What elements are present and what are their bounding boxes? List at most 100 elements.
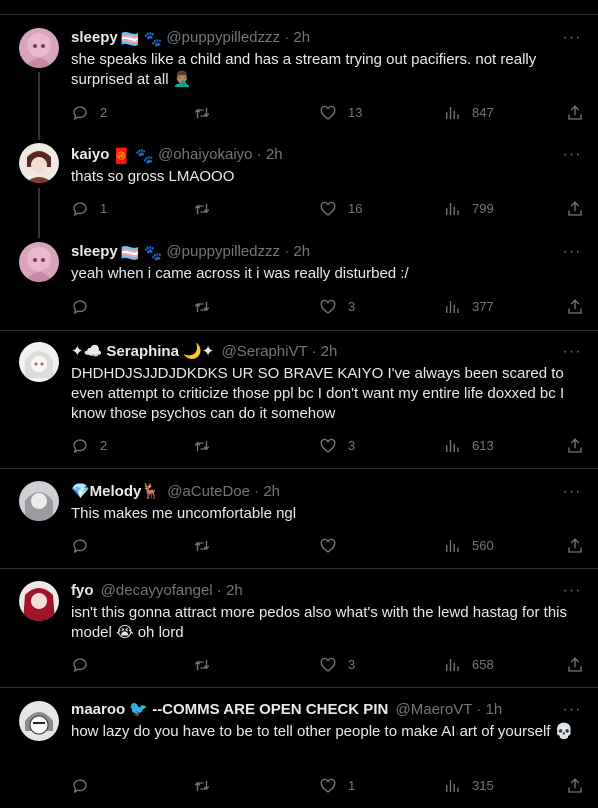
tweet[interactable]: ✦☁️ Seraphina 🌙✦ @SeraphiVT · 2h ··· DHD… (0, 331, 598, 468)
share-button[interactable] (566, 436, 584, 456)
user-handle[interactable]: @MaeroVT (396, 701, 473, 718)
reply-button[interactable]: 2 (71, 103, 107, 123)
views-button[interactable]: 560 (443, 536, 494, 556)
tweet-text: isn't this gonna attract more pedos also… (71, 604, 567, 641)
like-button[interactable]: 3 (319, 655, 355, 675)
share-button[interactable] (566, 536, 584, 556)
like-button[interactable]: 3 (319, 297, 355, 317)
share-button[interactable] (566, 199, 584, 219)
tweet-header: 💎Melody🦌 @aCuteDoe · 2h (71, 483, 281, 500)
reply-button[interactable]: 2 (71, 436, 107, 456)
display-name[interactable]: kaiyo (71, 146, 109, 163)
reply-button[interactable] (71, 536, 100, 556)
reply-button[interactable] (71, 655, 100, 675)
reply-button[interactable]: 1 (71, 199, 107, 219)
more-icon[interactable]: ··· (562, 484, 582, 500)
retweet-button[interactable] (193, 297, 222, 317)
share-button[interactable] (566, 103, 584, 123)
tweet[interactable]: sleepy 🏳️‍⚧️ 🐾 @puppypilledzzz · 2h ··· y… (0, 233, 598, 330)
timestamp[interactable]: 2h (293, 243, 310, 260)
user-handle[interactable]: @aCuteDoe (167, 483, 250, 500)
tweet[interactable]: fyo @decayyofangel · 2h ··· isn't this g… (0, 569, 598, 687)
like-button[interactable]: 1 (319, 776, 355, 796)
share-button[interactable] (566, 297, 584, 317)
avatar[interactable] (19, 342, 59, 382)
timestamp[interactable]: 1h (485, 701, 502, 718)
more-icon[interactable]: ··· (562, 583, 582, 599)
share-icon (566, 298, 584, 316)
avatar[interactable] (19, 481, 59, 521)
reply-button[interactable] (71, 776, 100, 796)
user-handle[interactable]: @decayyofangel (101, 582, 213, 599)
timestamp[interactable]: 2h (293, 29, 310, 46)
timestamp[interactable]: 2h (321, 343, 338, 360)
retweet-button[interactable] (193, 536, 222, 556)
views-button[interactable]: 847 (443, 103, 494, 123)
retweet-icon (193, 437, 211, 455)
more-icon[interactable]: ··· (562, 702, 582, 718)
timestamp[interactable]: 2h (263, 483, 280, 500)
avatar[interactable] (19, 242, 59, 282)
like-button[interactable]: 16 (319, 199, 362, 219)
views-button[interactable]: 799 (443, 199, 494, 219)
display-name[interactable]: sleepy (71, 29, 118, 46)
heart-icon (319, 200, 337, 218)
avatar[interactable] (19, 701, 59, 741)
tweet-header: maaroo 🐦 --COMMS ARE OPEN CHECK PIN @Mae… (71, 701, 503, 718)
retweet-button[interactable] (193, 655, 222, 675)
more-icon[interactable]: ··· (562, 147, 582, 163)
retweet-icon (193, 777, 211, 795)
views-button[interactable]: 613 (443, 436, 494, 456)
reply-button[interactable] (71, 297, 100, 317)
retweet-button[interactable] (193, 776, 222, 796)
reply-icon (71, 104, 89, 122)
more-icon[interactable]: ··· (562, 344, 582, 360)
timestamp[interactable]: 2h (266, 146, 283, 163)
display-name[interactable]: fyo (71, 582, 94, 599)
share-button[interactable] (566, 655, 584, 675)
user-handle[interactable]: @puppypilledzzz (166, 29, 280, 46)
retweet-button[interactable] (193, 199, 222, 219)
retweet-button[interactable] (193, 436, 222, 456)
display-name[interactable]: ✦☁️ Seraphina 🌙✦ (71, 343, 214, 360)
share-icon (566, 537, 584, 555)
action-bar: 1 315 (71, 776, 591, 796)
share-icon (566, 104, 584, 122)
user-handle[interactable]: @ohaiyokaiyo (158, 146, 252, 163)
retweet-button[interactable] (193, 103, 222, 123)
action-bar: 2 3 613 (71, 436, 591, 456)
more-icon[interactable]: ··· (562, 30, 582, 46)
like-button[interactable] (319, 536, 348, 556)
views-button[interactable]: 377 (443, 297, 494, 317)
tweet-header: sleepy 🏳️‍⚧️ 🐾 @puppypilledzzz · 2h (71, 29, 311, 48)
user-handle[interactable]: @SeraphiVT (222, 343, 308, 360)
likes-count: 3 (348, 438, 356, 453)
retweet-icon (193, 298, 211, 316)
heart-icon (319, 537, 337, 555)
display-name[interactable]: sleepy (71, 243, 118, 260)
tweet-header: sleepy 🏳️‍⚧️ 🐾 @puppypilledzzz · 2h (71, 243, 311, 262)
share-button[interactable] (566, 776, 584, 796)
more-icon[interactable]: ··· (562, 244, 582, 260)
views-button[interactable]: 315 (443, 776, 494, 796)
display-name[interactable]: maaroo 🐦 --COMMS ARE OPEN CHECK PIN (71, 701, 388, 718)
tweet[interactable]: kaiyo 🧧 🐾 @ohaiyokaiyo · 2h ··· thats so … (0, 135, 598, 233)
tweet[interactable]: maaroo 🐦 --COMMS ARE OPEN CHECK PIN @Mae… (0, 688, 598, 808)
timestamp[interactable]: 2h (226, 582, 243, 599)
share-icon (566, 437, 584, 455)
avatar[interactable] (19, 143, 59, 183)
like-button[interactable]: 3 (319, 436, 355, 456)
user-handle[interactable]: @puppypilledzzz (166, 243, 280, 260)
avatar[interactable] (19, 28, 59, 68)
views-button[interactable]: 658 (443, 655, 494, 675)
likes-count: 13 (348, 105, 363, 120)
action-bar: 3 377 (71, 297, 591, 317)
reply-icon (71, 298, 89, 316)
tweet[interactable]: sleepy 🏳️‍⚧️ 🐾 @puppypilledzzz · 2h ··· s… (0, 15, 598, 135)
avatar[interactable] (19, 581, 59, 621)
display-name[interactable]: 💎Melody🦌 (71, 483, 160, 500)
tweet[interactable]: 💎Melody🦌 @aCuteDoe · 2h ··· This makes m… (0, 469, 598, 568)
action-bar: 560 (71, 536, 591, 556)
like-button[interactable]: 13 (319, 103, 362, 123)
tweet-text: how lazy do you have to be to tell other… (71, 723, 574, 740)
